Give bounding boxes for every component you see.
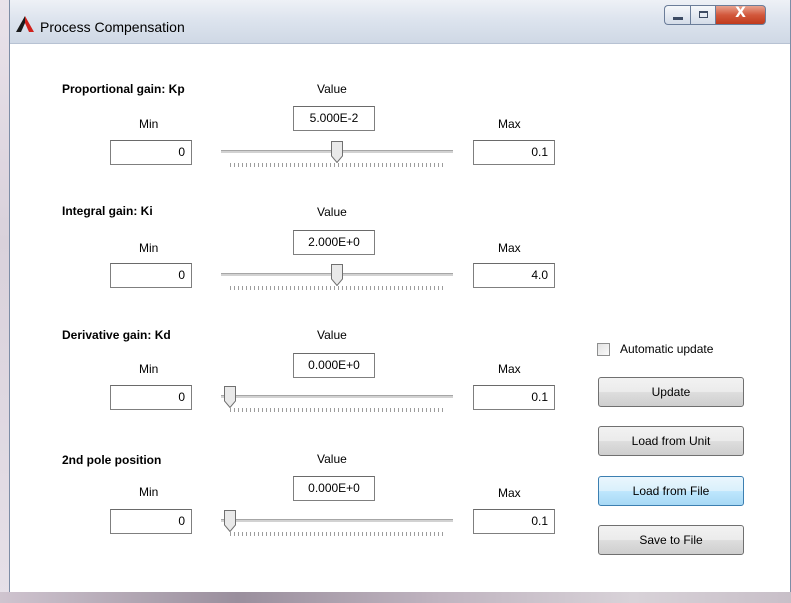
min-label-kp: Min — [139, 117, 159, 131]
slider-track — [221, 519, 453, 522]
load-from-unit-button[interactable]: Load from Unit — [598, 426, 744, 456]
value-field-pole2[interactable]: 0.000E+0 — [293, 476, 375, 501]
taskbar-edge — [0, 592, 791, 603]
slider-ticks — [230, 408, 444, 412]
max-label-ki: Max — [498, 241, 521, 255]
min-field-kd[interactable]: 0 — [110, 385, 192, 410]
slider-kp[interactable] — [221, 138, 453, 170]
title-bar[interactable]: Process Compensation X — [10, 0, 790, 44]
param-title-pole2: 2nd pole position — [62, 453, 162, 467]
value-label-kd: Value — [317, 328, 347, 342]
value-field-kd[interactable]: 0.000E+0 — [293, 353, 375, 378]
save-to-file-button[interactable]: Save to File — [598, 525, 744, 555]
min-field-kp[interactable]: 0 — [110, 140, 192, 165]
slider-thumb[interactable] — [331, 141, 343, 163]
slider-thumb[interactable] — [331, 264, 343, 286]
maximize-button[interactable] — [690, 5, 716, 25]
min-label-pole2: Min — [139, 485, 159, 499]
window-title: Process Compensation — [40, 19, 185, 35]
slider-ticks — [230, 163, 444, 167]
app-logo-icon — [16, 16, 34, 32]
automatic-update-checkbox[interactable] — [597, 343, 610, 356]
value-label-ki: Value — [317, 205, 347, 219]
slider-kd[interactable] — [221, 383, 453, 415]
slider-thumb[interactable] — [224, 386, 236, 408]
slider-thumb[interactable] — [224, 510, 236, 532]
slider-pole2[interactable] — [221, 507, 453, 539]
min-field-pole2[interactable]: 0 — [110, 509, 192, 534]
process-compensation-window: Process Compensation X Proportional gain… — [9, 0, 791, 592]
automatic-update-label: Automatic update — [620, 342, 714, 356]
close-icon: X — [735, 5, 746, 21]
min-label-kd: Min — [139, 362, 159, 376]
param-title-kd: Derivative gain: Kd — [62, 328, 171, 342]
min-field-ki[interactable]: 0 — [110, 263, 192, 288]
max-field-pole2[interactable]: 0.1 — [473, 509, 555, 534]
slider-ticks — [230, 286, 444, 290]
caption-buttons: X — [664, 5, 782, 27]
value-field-kp[interactable]: 5.000E-2 — [293, 106, 375, 131]
max-label-kd: Max — [498, 362, 521, 376]
slider-ticks — [230, 532, 444, 536]
max-field-kp[interactable]: 0.1 — [473, 140, 555, 165]
param-title-ki: Integral gain: Ki — [62, 204, 153, 218]
minimize-icon — [673, 17, 683, 20]
min-label-ki: Min — [139, 241, 159, 255]
max-label-pole2: Max — [498, 486, 521, 500]
update-button[interactable]: Update — [598, 377, 744, 407]
close-button[interactable]: X — [716, 5, 766, 25]
param-title-kp: Proportional gain: Kp — [62, 82, 185, 96]
value-field-ki[interactable]: 2.000E+0 — [293, 230, 375, 255]
client-area: Proportional gain: Kp Value 5.000E-2 Min… — [10, 44, 790, 592]
minimize-button[interactable] — [664, 5, 690, 25]
max-field-ki[interactable]: 4.0 — [473, 263, 555, 288]
value-label-pole2: Value — [317, 452, 347, 466]
value-label-kp: Value — [317, 82, 347, 96]
maximize-icon — [699, 11, 708, 18]
slider-track — [221, 395, 453, 398]
load-from-file-button[interactable]: Load from File — [598, 476, 744, 506]
slider-ki[interactable] — [221, 261, 453, 293]
max-label-kp: Max — [498, 117, 521, 131]
max-field-kd[interactable]: 0.1 — [473, 385, 555, 410]
desktop-background — [0, 0, 9, 603]
